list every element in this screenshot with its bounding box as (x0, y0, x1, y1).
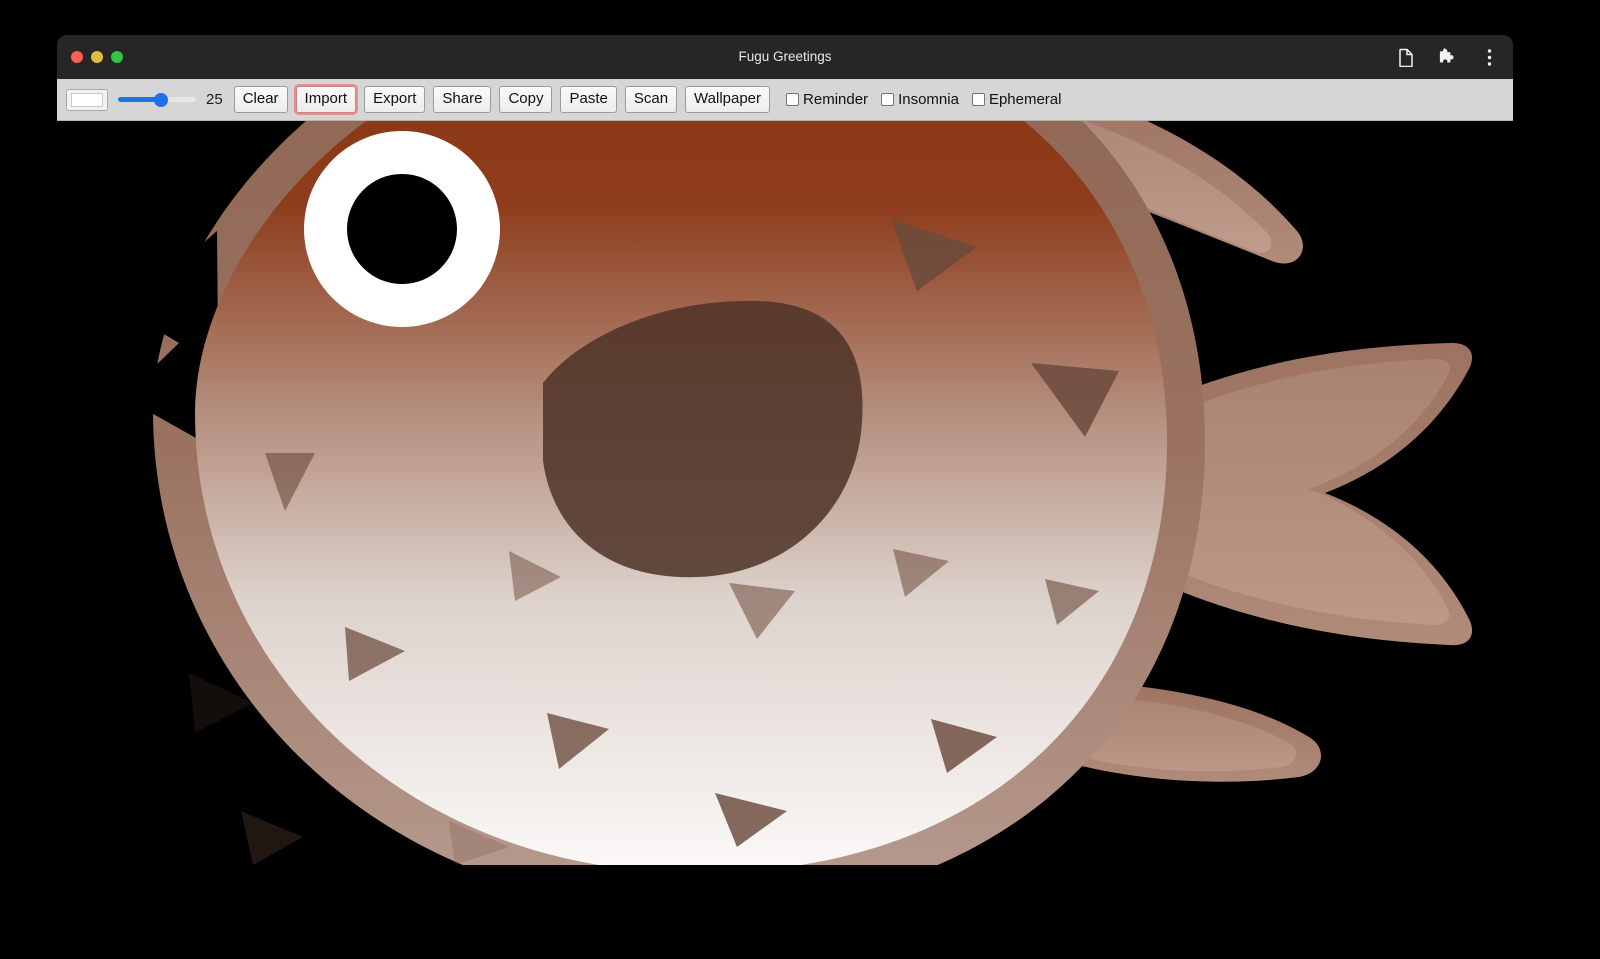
reminder-label: Reminder (803, 91, 868, 108)
ephemeral-checkbox[interactable] (972, 93, 985, 106)
drawing-canvas[interactable] (57, 121, 1513, 865)
titlebar-actions (1395, 47, 1499, 67)
close-window-button[interactable] (71, 51, 83, 63)
maximize-window-button[interactable] (111, 51, 123, 63)
window-titlebar: Fugu Greetings (57, 35, 1513, 79)
color-picker-input[interactable] (66, 89, 108, 111)
app-toolbar: 25 Clear Import Export Share Copy Paste … (57, 79, 1513, 121)
ephemeral-label: Ephemeral (989, 91, 1062, 108)
document-icon[interactable] (1395, 47, 1415, 67)
extensions-puzzle-icon[interactable] (1437, 47, 1457, 67)
insomnia-label: Insomnia (898, 91, 959, 108)
slider-thumb[interactable] (154, 93, 168, 107)
export-button[interactable]: Export (364, 86, 425, 113)
copy-button[interactable]: Copy (499, 86, 552, 113)
wallpaper-button[interactable]: Wallpaper (685, 86, 770, 113)
line-width-slider[interactable] (118, 90, 196, 110)
ephemeral-checkbox-item[interactable]: Ephemeral (972, 91, 1062, 108)
slider-value-label: 25 (206, 91, 223, 108)
scan-button[interactable]: Scan (625, 86, 677, 113)
minimize-window-button[interactable] (91, 51, 103, 63)
clear-button[interactable]: Clear (234, 86, 288, 113)
insomnia-checkbox[interactable] (881, 93, 894, 106)
paste-button[interactable]: Paste (560, 86, 616, 113)
share-button[interactable]: Share (433, 86, 491, 113)
blowfish-artwork (57, 121, 1513, 865)
insomnia-checkbox-item[interactable]: Insomnia (881, 91, 959, 108)
screen: Fugu Greetings (0, 0, 1600, 959)
import-button[interactable]: Import (296, 86, 357, 113)
reminder-checkbox-item[interactable]: Reminder (786, 91, 868, 108)
reminder-checkbox[interactable] (786, 93, 799, 106)
traffic-lights (71, 51, 123, 63)
eye (304, 131, 500, 327)
toggle-group: Reminder Insomnia Ephemeral (786, 91, 1061, 108)
window-title: Fugu Greetings (57, 35, 1513, 79)
overflow-menu-icon[interactable] (1479, 47, 1499, 67)
app-window: Fugu Greetings (57, 35, 1513, 865)
